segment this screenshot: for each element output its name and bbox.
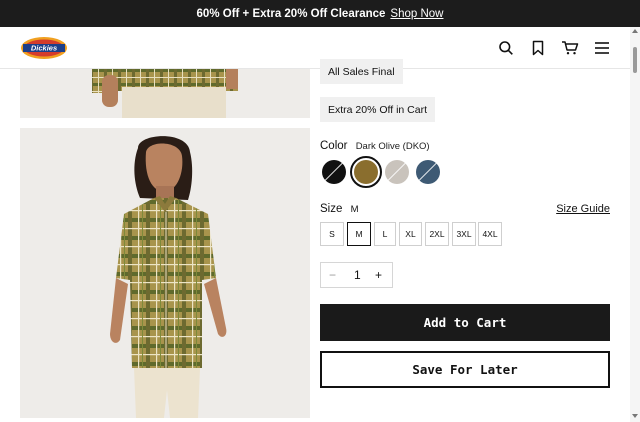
color-selector-label: Color Dark Olive (DKO) — [320, 140, 430, 152]
quantity-decrement-button[interactable]: − — [329, 268, 336, 282]
size-selected-value: M — [350, 204, 359, 215]
scroll-down-arrow-icon[interactable] — [632, 414, 638, 418]
color-swatch-black[interactable] — [322, 160, 346, 184]
size-option-4xl[interactable]: 4XL — [478, 222, 502, 246]
unavailable-slash — [386, 161, 407, 183]
promo-bar: 60% Off + Extra 20% Off Clearance Shop N… — [0, 0, 640, 27]
cart-icon[interactable] — [560, 38, 580, 58]
unavailable-slash — [417, 161, 438, 183]
size-option-2xl[interactable]: 2XL — [425, 222, 449, 246]
badge-all-sales-final: All Sales Final — [320, 59, 403, 84]
scrollbar-thumb[interactable] — [633, 47, 637, 73]
unavailable-slash — [323, 161, 344, 183]
color-label: Color — [320, 140, 348, 152]
color-swatch-dark-olive[interactable] — [350, 156, 382, 188]
size-option-xl[interactable]: XL — [399, 222, 422, 246]
save-for-later-button[interactable]: Save For Later — [320, 351, 610, 388]
size-label: Size — [320, 203, 343, 215]
menu-icon[interactable] — [592, 38, 612, 58]
badge-extra-discount: Extra 20% Off in Cart — [320, 97, 436, 122]
page-scrollbar[interactable] — [630, 27, 640, 422]
color-swatch-slate-blue[interactable] — [416, 160, 440, 184]
brand-logo[interactable]: Dickies — [20, 36, 68, 60]
svg-text:Dickies: Dickies — [31, 44, 57, 53]
quantity-stepper: − 1 + — [320, 262, 393, 288]
size-option-s[interactable]: S — [320, 222, 344, 246]
scroll-up-arrow-icon[interactable] — [632, 29, 638, 33]
size-guide-link[interactable]: Size Guide — [556, 203, 610, 215]
product-image-thumbnail[interactable] — [20, 69, 310, 118]
quantity-increment-button[interactable]: + — [375, 268, 382, 282]
color-swatch-light-gray[interactable] — [385, 160, 409, 184]
quantity-value[interactable]: 1 — [354, 268, 361, 282]
product-image-main[interactable] — [20, 128, 310, 418]
size-option-m[interactable]: M — [347, 222, 371, 246]
color-selected-value: Dark Olive (DKO) — [355, 141, 430, 152]
add-to-cart-button[interactable]: Add to Cart — [320, 304, 610, 341]
size-option-l[interactable]: L — [374, 222, 396, 246]
size-selector-label: Size M Size Guide — [320, 203, 610, 215]
promo-shop-now-link[interactable]: Shop Now — [390, 8, 443, 20]
site-header: Dickies — [0, 27, 630, 69]
search-icon[interactable] — [496, 38, 516, 58]
size-option-3xl[interactable]: 3XL — [452, 222, 476, 246]
promo-message: 60% Off + Extra 20% Off Clearance — [196, 7, 386, 20]
bookmark-icon[interactable] — [528, 38, 548, 58]
